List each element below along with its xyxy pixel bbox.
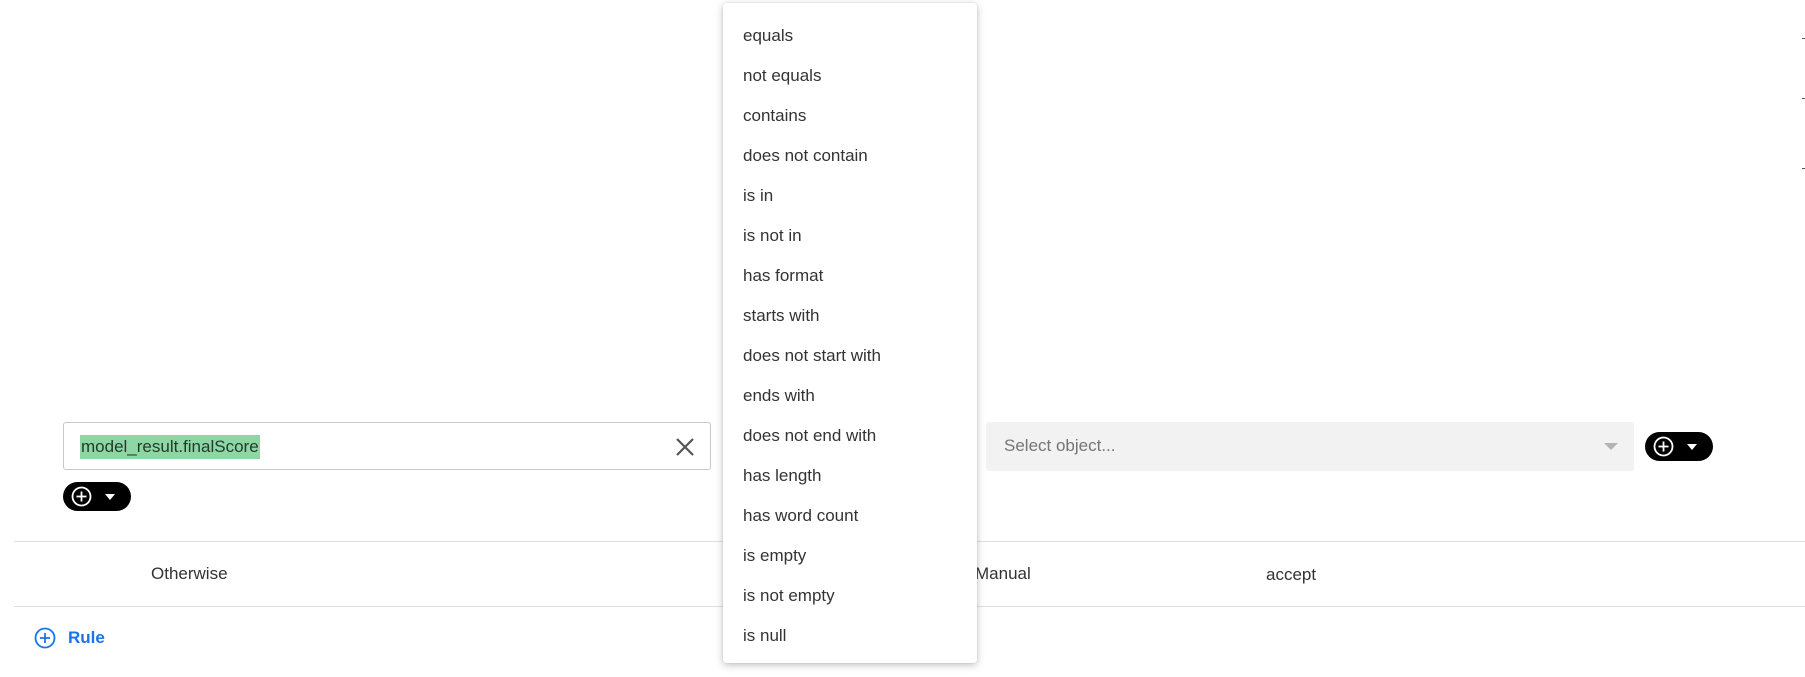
menu-item-equals[interactable]: equals	[723, 16, 977, 56]
add-rule-label: Rule	[68, 628, 105, 647]
object-select[interactable]: Select object...	[986, 422, 1634, 471]
menu-item-does-not-end-with[interactable]: does not end with	[723, 416, 977, 456]
close-icon[interactable]	[674, 436, 696, 458]
menu-item-starts-with[interactable]: starts with	[723, 296, 977, 336]
otherwise-mode: Manual	[975, 564, 1031, 583]
plus-circle-icon	[34, 627, 56, 649]
menu-item-is-null[interactable]: is null	[723, 616, 977, 656]
menu-item-is-empty[interactable]: is empty	[723, 536, 977, 576]
operator-menu: equals not equals contains does not cont…	[723, 3, 977, 663]
menu-item-has-word-count[interactable]: has word count	[723, 496, 977, 536]
menu-item-does-not-contain[interactable]: does not contain	[723, 136, 977, 176]
menu-item-does-not-start-with[interactable]: does not start with	[723, 336, 977, 376]
menu-item-is-not-empty[interactable]: is not empty	[723, 576, 977, 616]
object-select-placeholder: Select object...	[1004, 436, 1116, 455]
field-input[interactable]: model_result.finalScore	[63, 422, 711, 470]
add-rule-button[interactable]: Rule	[34, 626, 105, 650]
field-value: model_result.finalScore	[80, 435, 260, 459]
menu-item-is-in[interactable]: is in	[723, 176, 977, 216]
rule-editor-page: model_result.finalScore Select object...	[0, 0, 1805, 677]
menu-item-contains[interactable]: contains	[723, 96, 977, 136]
plus-circle-icon	[1653, 436, 1674, 457]
plus-circle-icon	[71, 486, 92, 507]
otherwise-label: Otherwise	[151, 564, 228, 583]
menu-item-has-length[interactable]: has length	[723, 456, 977, 496]
otherwise-action: accept	[1266, 565, 1317, 584]
chevron-down-icon	[1604, 443, 1618, 450]
caret-down-icon	[105, 494, 115, 500]
add-group-button[interactable]	[63, 482, 131, 511]
menu-item-is-not-in[interactable]: is not in	[723, 216, 977, 256]
add-condition-button[interactable]	[1645, 432, 1713, 461]
menu-item-ends-with[interactable]: ends with	[723, 376, 977, 416]
menu-item-not-equals[interactable]: not equals	[723, 56, 977, 96]
menu-item-has-format[interactable]: has format	[723, 256, 977, 296]
caret-down-icon	[1687, 444, 1697, 450]
